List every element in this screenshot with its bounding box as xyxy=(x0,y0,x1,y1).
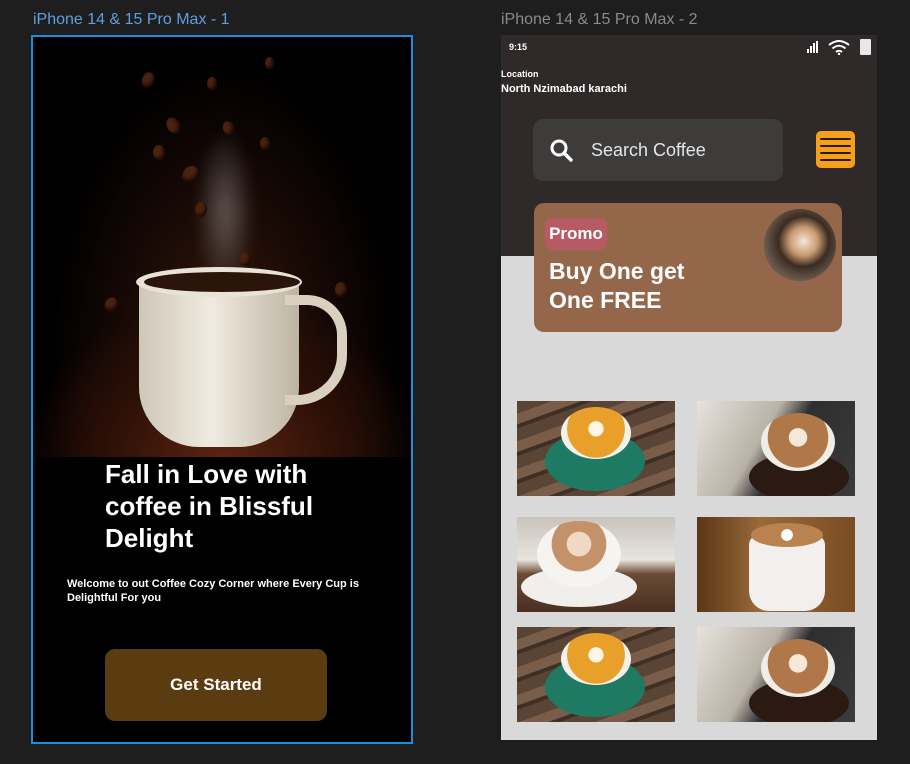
product-tile[interactable] xyxy=(517,517,675,612)
search-bar[interactable]: Search Coffee xyxy=(533,119,783,181)
frame-label-2: iPhone 14 & 15 Pro Max - 2 xyxy=(501,11,698,28)
onboarding-screen[interactable]: Fall in Love with coffee in Blissful Del… xyxy=(31,35,413,744)
onboarding-description: Welcome to out Coffee Cozy Corner where … xyxy=(67,578,359,604)
product-tile[interactable] xyxy=(697,517,855,612)
promo-coffee-image xyxy=(764,209,836,281)
home-screen[interactable]: 9:15 Location North Nzimabad karachi Sea… xyxy=(501,35,877,740)
location-value[interactable]: North Nzimabad karachi xyxy=(501,83,627,95)
product-tile[interactable] xyxy=(517,401,675,496)
wifi-icon xyxy=(828,40,850,55)
promo-card[interactable]: Promo Buy One get One FREE xyxy=(534,203,842,332)
product-tile[interactable] xyxy=(697,627,855,722)
location-label: Location xyxy=(501,69,539,79)
search-icon xyxy=(550,139,573,162)
product-tile[interactable] xyxy=(517,627,675,722)
status-bar-icons xyxy=(807,39,871,55)
onboarding-title: Fall in Love with coffee in Blissful Del… xyxy=(105,459,314,553)
search-input[interactable]: Search Coffee xyxy=(591,119,771,181)
product-tile[interactable] xyxy=(697,401,855,496)
get-started-button[interactable]: Get Started xyxy=(105,649,327,721)
menu-icon xyxy=(820,138,851,140)
frame-label-1: iPhone 14 & 15 Pro Max - 1 xyxy=(33,11,230,28)
battery-icon xyxy=(860,39,871,55)
menu-button[interactable] xyxy=(816,131,855,168)
signal-icon xyxy=(807,41,818,53)
promo-badge: Promo xyxy=(545,218,607,250)
promo-headline: Buy One get One FREE xyxy=(549,258,685,313)
status-time: 9:15 xyxy=(509,42,528,52)
hero-coffee-image xyxy=(35,37,411,457)
